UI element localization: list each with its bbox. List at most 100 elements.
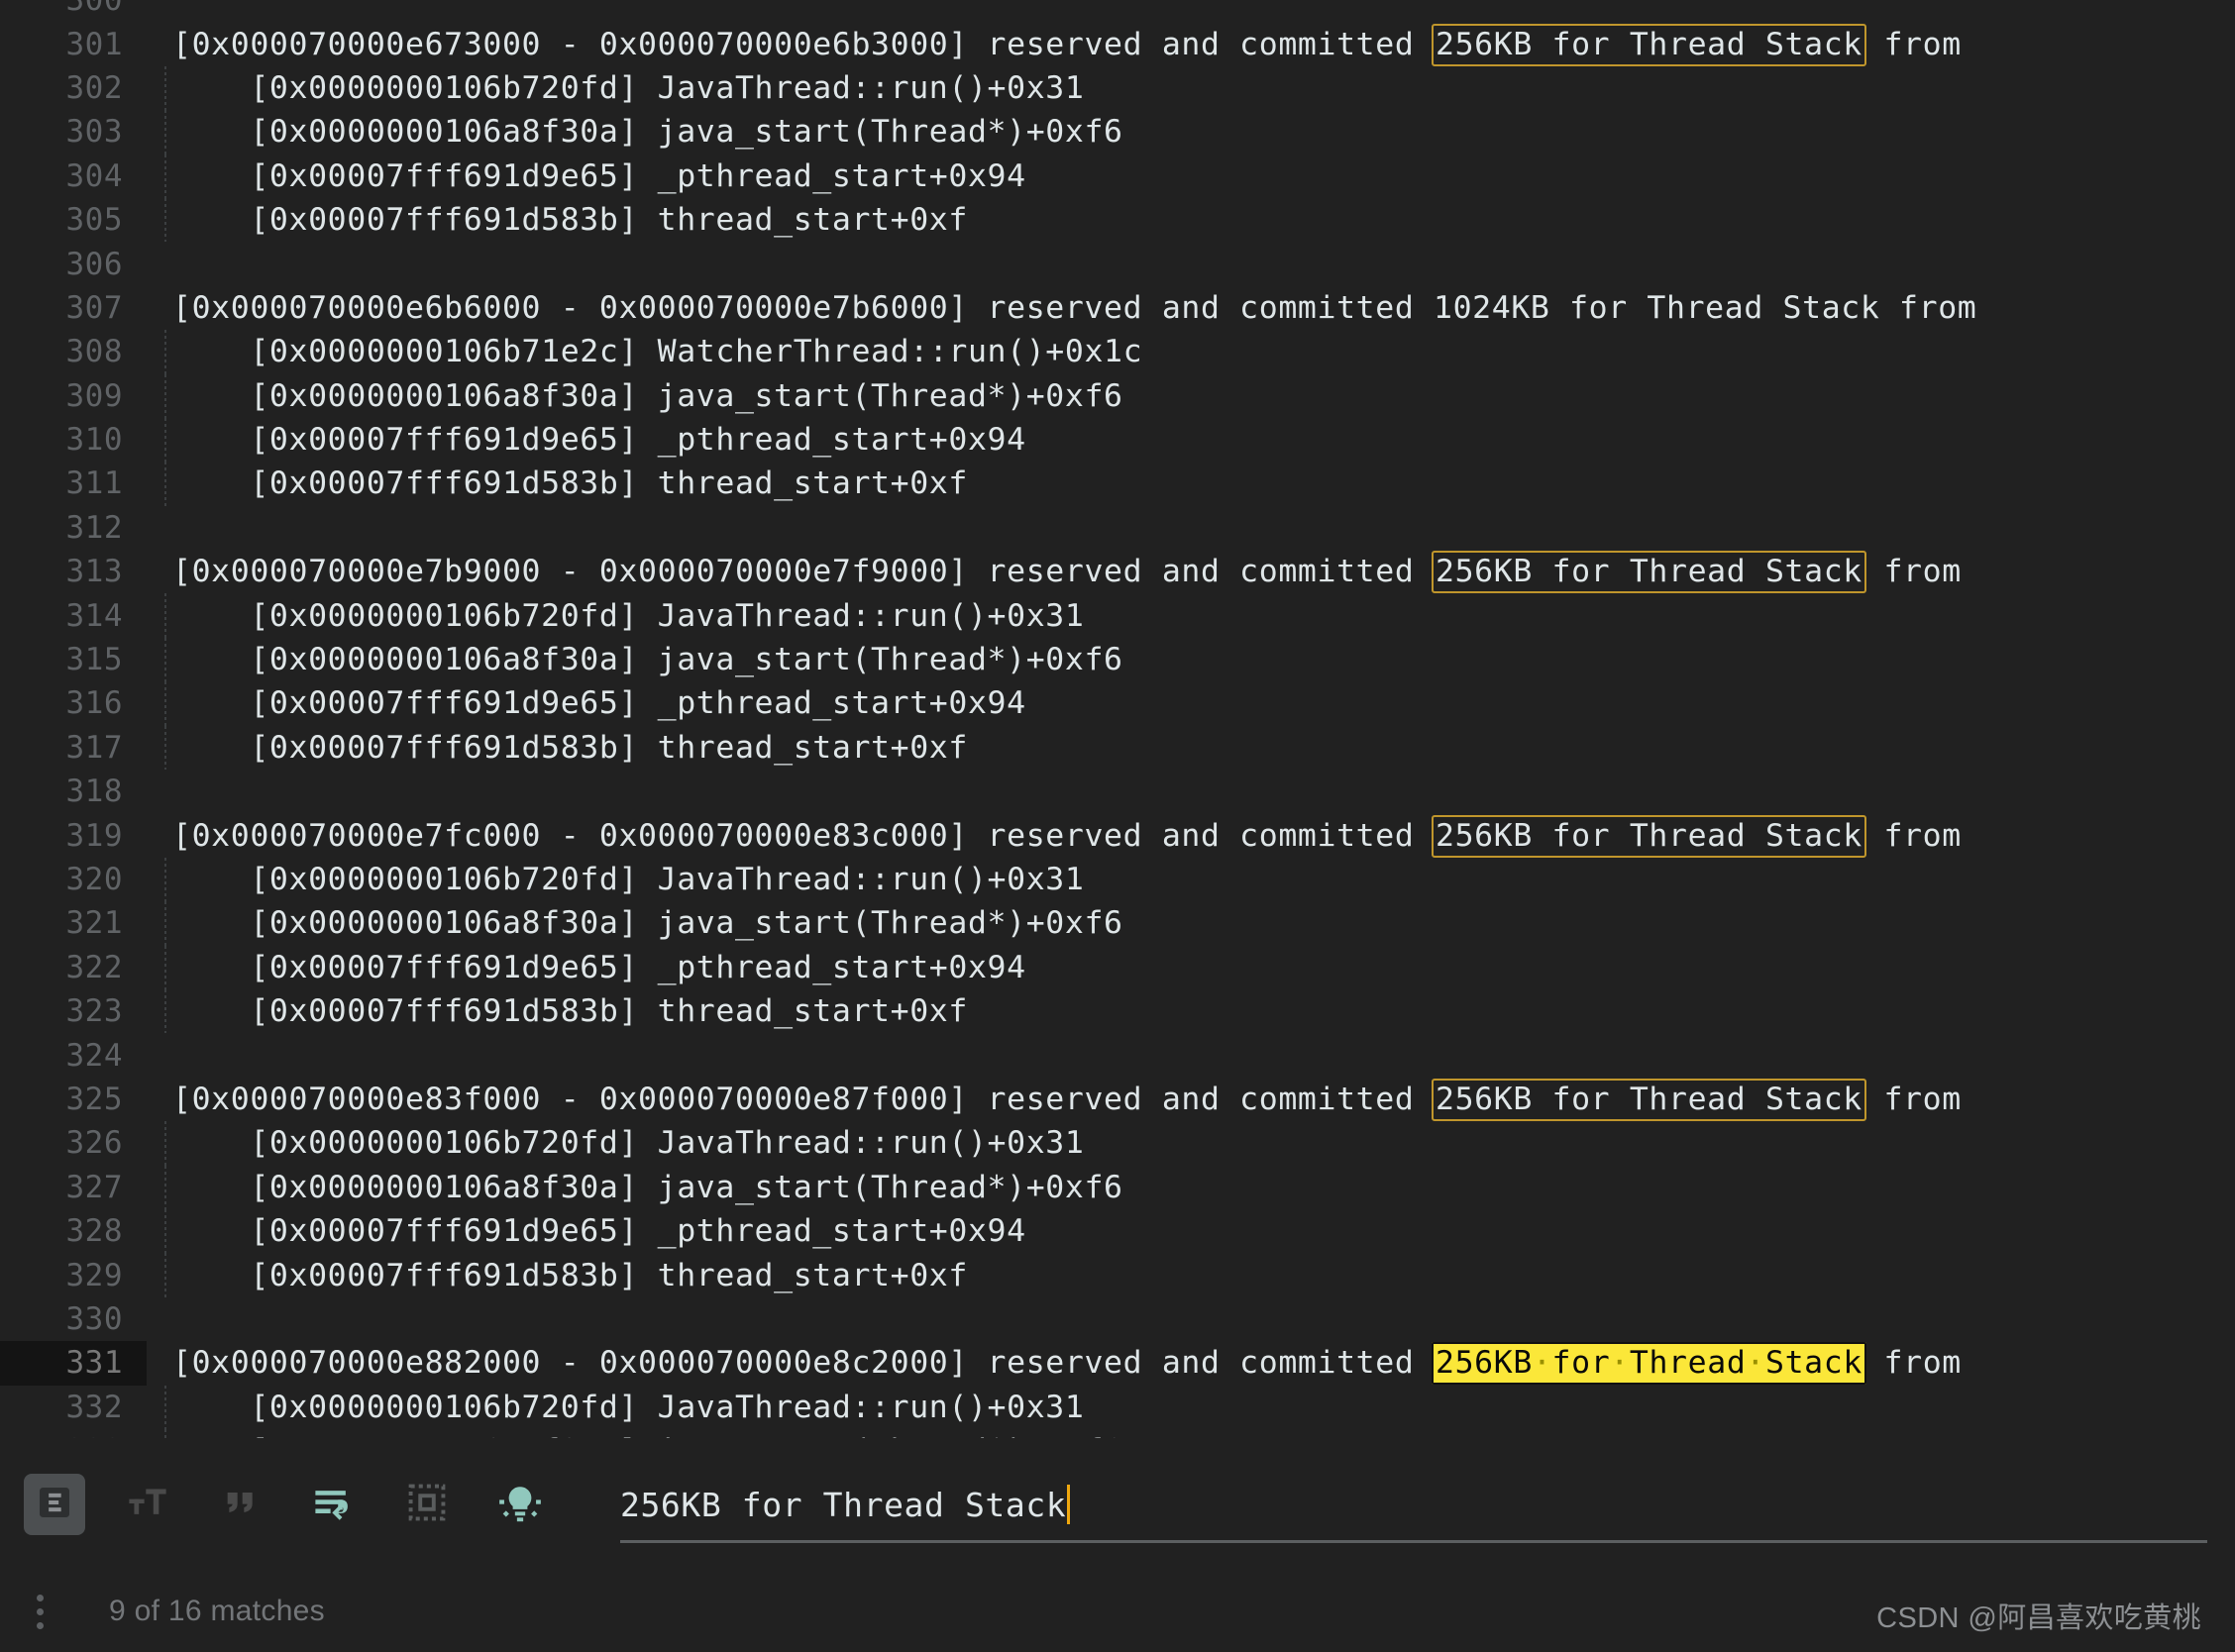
line-text: [0x0000000106a8f30a] java_start(Thread*)…: [172, 642, 1123, 678]
line-number: 303: [65, 114, 123, 151]
code-line[interactable]: 330: [0, 1297, 2235, 1341]
line-number: 315: [65, 642, 123, 678]
code-line[interactable]: 303 [0x0000000106a8f30a] java_start(Thre…: [0, 110, 2235, 155]
line-text: [0x00007fff691d583b] thread_start+0xf: [172, 993, 968, 1030]
line-text: [0x0000000106a8f30a] java_start(Thread*)…: [172, 377, 1123, 414]
code-line[interactable]: 324: [0, 1033, 2235, 1077]
line-number: 333: [0, 1433, 147, 1438]
lightbulb-icon: [496, 1479, 544, 1530]
line-text: [0x0000000106a8f30a] java_start(Thread*)…: [172, 905, 1123, 942]
search-input[interactable]: 256KB for Thread Stack: [620, 1486, 1066, 1524]
search-field-wrapper[interactable]: 256KB for Thread Stack: [620, 1438, 2235, 1571]
code-line[interactable]: 309 [0x0000000106a8f30a] java_start(Thre…: [0, 373, 2235, 418]
words-toggle-button[interactable]: [210, 1474, 271, 1535]
code-line[interactable]: 311 [0x00007fff691d583b] thread_start+0x…: [0, 462, 2235, 506]
code-line[interactable]: 321 [0x0000000106a8f30a] java_start(Thre…: [0, 901, 2235, 946]
code-line[interactable]: 331 [0x000070000e882000 - 0x000070000e8c2…: [0, 1341, 2235, 1386]
code-line[interactable]: 318: [0, 770, 2235, 813]
line-text: [0x0000000106b720fd] JavaThread::run()+0…: [172, 597, 1085, 634]
line-number: 321: [65, 905, 123, 942]
code-line[interactable]: 327 [0x0000000106a8f30a] java_start(Thre…: [0, 1165, 2235, 1209]
watermark-label: CSDN @阿昌喜欢吃黄桃: [1876, 1602, 2201, 1634]
line-number: 323: [65, 993, 123, 1030]
line-text: [0x000070000e882000 - 0x000070000e8c2000…: [147, 1342, 2235, 1386]
line-text: [0x00007fff691d9e65] _pthread_start+0x94: [172, 949, 1026, 985]
code-line[interactable]: 314 [0x0000000106b720fd] JavaThread::run…: [0, 593, 2235, 638]
code-line[interactable]: 323 [0x00007fff691d583b] thread_start+0x…: [0, 988, 2235, 1034]
line-text: [0x0000000106b720fd] JavaThread::run()+0…: [172, 1125, 1085, 1162]
code-line[interactable]: 310 [0x00007fff691d9e65] _pthread_start+…: [0, 417, 2235, 463]
line-text: [0x00007fff691d9e65] _pthread_start+0x94: [172, 422, 1026, 459]
line-number: 319: [65, 817, 123, 854]
code-line[interactable]: 301 [0x000070000e673000 - 0x000070000e6b3…: [0, 22, 2235, 66]
search-match[interactable]: 256KB for Thread Stack: [1432, 551, 1866, 594]
whitespace-dot: ·: [1746, 1345, 1765, 1382]
code-line[interactable]: 319 [0x000070000e7fc000 - 0x000070000e83c…: [0, 813, 2235, 858]
line-text: [0x000070000e6b6000 - 0x000070000e7b6000…: [172, 289, 1977, 326]
find-in-file-screen: 300 301 [0x000070000e673000 - 0x000070000e…: [0, 0, 2235, 1652]
search-options-button[interactable]: [489, 1474, 551, 1535]
whitespace-dot: ·: [1610, 1345, 1630, 1382]
code-line[interactable]: 302 [0x0000000106b720fd] JavaThread::run…: [0, 65, 2235, 111]
line-text: [0x00007fff691d9e65] _pthread_start+0x94: [172, 685, 1026, 722]
text-caret: [1067, 1485, 1071, 1524]
line-number: 304: [65, 157, 123, 194]
code-line[interactable]: 312: [0, 506, 2235, 550]
search-match-active[interactable]: 256KB·for·Thread·Stack: [1432, 1342, 1866, 1386]
soft-wrap-toggle-button[interactable]: [303, 1474, 365, 1535]
line-number: 320: [65, 862, 123, 897]
line-number: 324: [65, 1037, 123, 1074]
match-case-toggle-button[interactable]: [117, 1474, 178, 1535]
line-number: 305: [65, 202, 123, 239]
line-number: 310: [65, 422, 123, 459]
quote-words-icon: [221, 1483, 261, 1526]
match-count-label: 9 of 16 matches: [109, 1595, 325, 1627]
line-number: 326: [65, 1125, 123, 1162]
code-line[interactable]: 328 [0x00007fff691d9e65] _pthread_start+…: [0, 1208, 2235, 1254]
code-line[interactable]: 306: [0, 242, 2235, 285]
line-text: [0x00007fff691d9e65] _pthread_start+0x94: [172, 157, 1026, 194]
code-line[interactable]: 305 [0x00007fff691d583b] thread_start+0x…: [0, 197, 2235, 243]
search-field-underline: [620, 1540, 2207, 1543]
line-text: [0x00007fff691d583b] thread_start+0xf: [172, 729, 968, 766]
line-text: [0x0000000106a8f30a] java_start(Thread*)…: [147, 1433, 2235, 1438]
line-number: 300: [65, 0, 123, 19]
line-text: [0x0000000106a8f30a] java_start(Thread*)…: [172, 114, 1123, 151]
in-selection-toggle-button[interactable]: [396, 1474, 458, 1535]
code-line[interactable]: 304 [0x00007fff691d9e65] _pthread_start+…: [0, 154, 2235, 198]
code-line[interactable]: 307 [0x000070000e6b6000 - 0x000070000e7b6…: [0, 286, 2235, 330]
match-case-icon: [126, 1481, 169, 1528]
line-number: 306: [65, 246, 123, 282]
line-text: [0x00007fff691d583b] thread_start+0xf: [172, 1257, 968, 1293]
code-line[interactable]: 313 [0x000070000e7b9000 - 0x000070000e7f9…: [0, 550, 2235, 594]
search-match[interactable]: 256KB for Thread Stack: [1432, 1078, 1866, 1121]
code-line[interactable]: 333 [0x0000000106a8f30a] java_start(Thre…: [0, 1428, 2235, 1438]
code-line[interactable]: 326 [0x0000000106b720fd] JavaThread::run…: [0, 1121, 2235, 1166]
code-line[interactable]: 316 [0x00007fff691d9e65] _pthread_start+…: [0, 681, 2235, 726]
kebab-menu-icon[interactable]: [18, 1584, 61, 1639]
regex-toggle-button[interactable]: [24, 1474, 85, 1535]
code-line[interactable]: 300: [0, 0, 2235, 22]
line-text: [0x00007fff691d583b] thread_start+0xf: [172, 202, 968, 239]
code-line[interactable]: 325 [0x000070000e83f000 - 0x000070000e87f…: [0, 1078, 2235, 1121]
line-text: [0x0000000106a8f30a] java_start(Thread*)…: [172, 1169, 1123, 1205]
search-match[interactable]: 256KB for Thread Stack: [1432, 814, 1866, 858]
code-line[interactable]: 315 [0x0000000106a8f30a] java_start(Thre…: [0, 637, 2235, 682]
code-line[interactable]: 317 [0x00007fff691d583b] thread_start+0x…: [0, 725, 2235, 771]
line-number: 328: [65, 1213, 123, 1250]
line-number: 330: [65, 1300, 123, 1337]
code-line[interactable]: 308 [0x0000000106b71e2c] WatcherThread::…: [0, 330, 2235, 374]
line-number: 307: [65, 289, 123, 326]
code-line[interactable]: 329 [0x00007fff691d583b] thread_start+0x…: [0, 1253, 2235, 1297]
code-line[interactable]: 332 [0x0000000106b720fd] JavaThread::run…: [0, 1385, 2235, 1429]
code-line[interactable]: 322 [0x00007fff691d9e65] _pthread_start+…: [0, 945, 2235, 989]
line-number: 316: [65, 685, 123, 722]
code-lines[interactable]: 300 301 [0x000070000e673000 - 0x000070000e…: [0, 0, 2235, 1438]
line-number: 308: [65, 334, 123, 370]
line-text: [0x0000000106b720fd] JavaThread::run()+0…: [172, 862, 1085, 897]
line-number: 329: [65, 1257, 123, 1293]
code-editor[interactable]: 300 301 [0x000070000e673000 - 0x000070000e…: [0, 0, 2235, 1438]
find-toolbar: 256KB for Thread Stack: [0, 1438, 2235, 1571]
code-line[interactable]: 320 [0x0000000106b720fd] JavaThread::run…: [0, 857, 2235, 902]
search-match[interactable]: 256KB for Thread Stack: [1432, 23, 1866, 66]
